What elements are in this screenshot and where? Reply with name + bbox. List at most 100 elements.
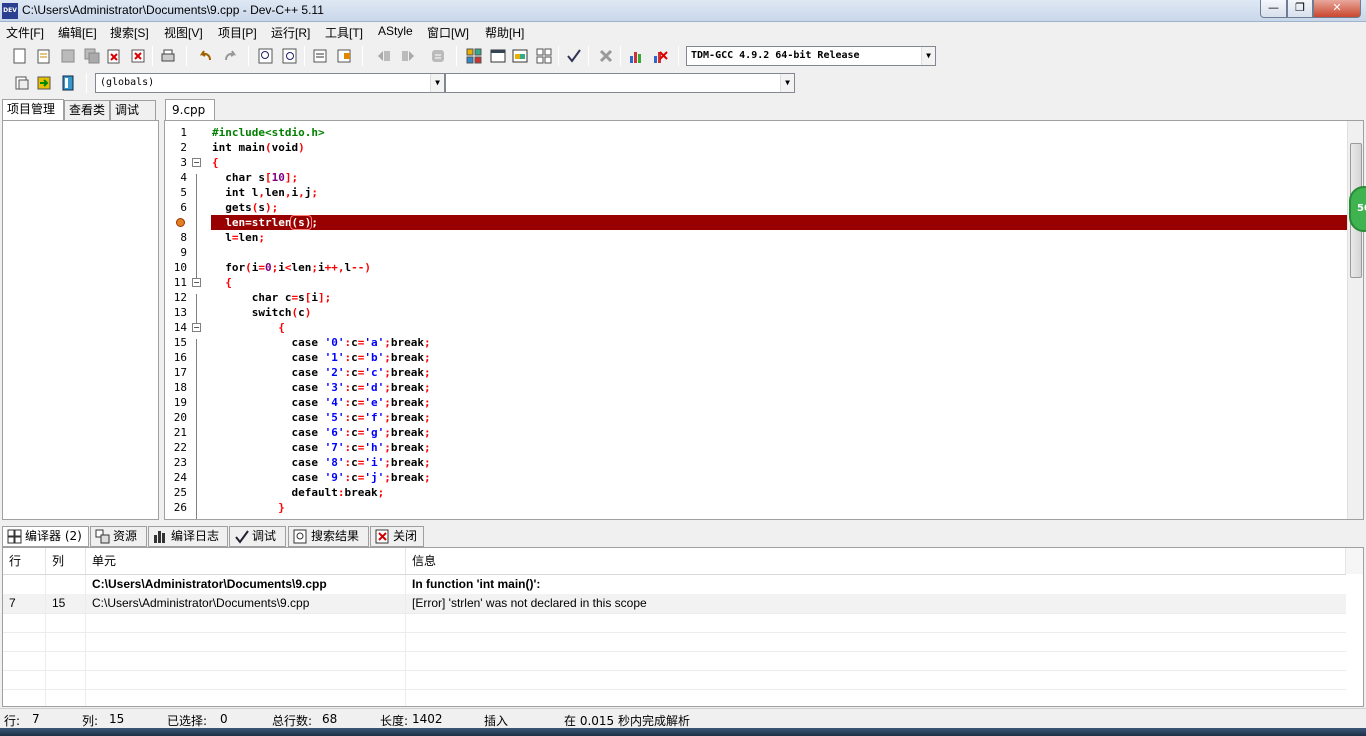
tab-compiler[interactable]: 编译器 (2): [2, 526, 89, 547]
code-line[interactable]: case '5':c='f';break;: [212, 410, 430, 425]
redo-icon[interactable]: [220, 46, 240, 66]
menu-project[interactable]: 项目[P]: [218, 24, 257, 41]
code-line[interactable]: default:break;: [212, 485, 384, 500]
syntax-check-icon[interactable]: [564, 46, 584, 66]
code-line[interactable]: case '9':c='j';break;: [212, 470, 430, 485]
fold-collapse-icon[interactable]: −: [192, 158, 201, 167]
print-icon[interactable]: [158, 46, 178, 66]
code-line[interactable]: {: [212, 155, 219, 170]
editor-tab-9cpp[interactable]: 9.cpp: [165, 99, 215, 121]
line-number[interactable]: 24: [165, 470, 187, 485]
line-number[interactable]: 18: [165, 380, 187, 395]
column-header-line[interactable]: 行: [3, 548, 46, 574]
code-line[interactable]: {: [212, 320, 285, 335]
column-header-message[interactable]: 信息: [406, 548, 1346, 574]
line-number[interactable]: 15: [165, 335, 187, 350]
code-line[interactable]: case '7':c='h';break;: [212, 440, 430, 455]
menu-astyle[interactable]: AStyle: [378, 24, 413, 38]
code-editor[interactable]: 1 2 3−4 5 6 8 9 10 11−12 13 14−15 16 17 18 19 20 21 22 23 2…: [164, 120, 1364, 520]
code-line-error[interactable]: len=strlen(s);: [212, 215, 318, 230]
menu-file[interactable]: 文件[F]: [6, 24, 44, 41]
indent-right-icon[interactable]: [398, 46, 418, 66]
line-number[interactable]: 12: [165, 290, 187, 305]
error-marker-icon[interactable]: [176, 218, 185, 227]
save-icon[interactable]: [58, 46, 78, 66]
line-number[interactable]: 2: [165, 140, 187, 155]
line-number[interactable]: 21: [165, 425, 187, 440]
run-icon[interactable]: [488, 46, 508, 66]
line-number[interactable]: 9: [165, 245, 187, 260]
menu-run[interactable]: 运行[R]: [271, 24, 310, 41]
code-line[interactable]: {: [212, 275, 232, 290]
replace-icon[interactable]: [280, 46, 300, 66]
compile-run-icon[interactable]: [510, 46, 530, 66]
code-line[interactable]: l=len;: [212, 230, 265, 245]
toggle-comment-icon[interactable]: [428, 46, 448, 66]
code-line[interactable]: char s[10];: [212, 170, 298, 185]
line-number[interactable]: 13: [165, 305, 187, 320]
menu-search[interactable]: 搜索[S]: [110, 24, 149, 41]
line-number[interactable]: 8: [165, 230, 187, 245]
menu-window[interactable]: 窗口[W]: [427, 24, 469, 41]
compile-icon[interactable]: [464, 46, 484, 66]
undo-icon[interactable]: [196, 46, 216, 66]
fold-collapse-icon[interactable]: −: [192, 323, 201, 332]
code-line[interactable]: gets(s);: [212, 200, 278, 215]
scope-select[interactable]: (globals) ▼: [95, 73, 445, 93]
code-line[interactable]: case '8':c='i';break;: [212, 455, 430, 470]
code-line[interactable]: int main(void): [212, 140, 305, 155]
rebuild-all-icon[interactable]: [534, 46, 554, 66]
line-number[interactable]: 10: [165, 260, 187, 275]
line-number[interactable]: 4: [165, 170, 187, 185]
tab-debug[interactable]: 调试: [110, 100, 156, 120]
line-number[interactable]: 5: [165, 185, 187, 200]
class-browser-icon[interactable]: [58, 73, 78, 93]
code-line[interactable]: char c=s[i];: [212, 290, 332, 305]
minimize-button[interactable]: —: [1260, 0, 1287, 18]
menu-tools[interactable]: 工具[T]: [325, 24, 363, 41]
code-line[interactable]: int l,len,i,j;: [212, 185, 318, 200]
code-line[interactable]: }: [212, 500, 285, 515]
line-number[interactable]: 1: [165, 125, 187, 140]
line-number[interactable]: [165, 215, 187, 230]
line-number[interactable]: 16: [165, 350, 187, 365]
message-row[interactable]: C:\Users\Administrator\Documents\9.cpp I…: [3, 575, 1346, 594]
close-all-icon[interactable]: [128, 46, 148, 66]
bookmark-icon[interactable]: [334, 46, 354, 66]
maximize-button[interactable]: ❐: [1287, 0, 1313, 18]
line-number[interactable]: 26: [165, 500, 187, 515]
line-number[interactable]: 22: [165, 440, 187, 455]
code-line[interactable]: #include<stdio.h>: [212, 125, 325, 140]
line-number[interactable]: 25: [165, 485, 187, 500]
indent-left-icon[interactable]: [374, 46, 394, 66]
tab-close[interactable]: 关闭: [370, 526, 424, 547]
vertical-scrollbar[interactable]: [1347, 121, 1363, 519]
line-number[interactable]: 3: [165, 155, 187, 170]
compiler-messages-panel[interactable]: 行 列 单元 信息 C:\Users\Administrator\Documen…: [2, 547, 1364, 707]
function-select[interactable]: ▼: [445, 73, 795, 93]
new-file-icon[interactable]: [10, 46, 30, 66]
fold-collapse-icon[interactable]: −: [192, 278, 201, 287]
code-line[interactable]: case '2':c='c';break;: [212, 365, 430, 380]
line-number[interactable]: 17: [165, 365, 187, 380]
line-number[interactable]: 20: [165, 410, 187, 425]
close-window-button[interactable]: ✕: [1313, 0, 1361, 18]
code-line[interactable]: case '6':c='g';break;: [212, 425, 430, 440]
tab-project-manager[interactable]: 项目管理: [2, 99, 64, 120]
save-all-icon[interactable]: [82, 46, 102, 66]
project-tree-panel[interactable]: [2, 120, 159, 520]
close-file-icon[interactable]: [104, 46, 124, 66]
goto-line-icon[interactable]: [310, 46, 330, 66]
line-number[interactable]: 6: [165, 200, 187, 215]
code-line[interactable]: switch(c): [212, 305, 312, 320]
floating-badge[interactable]: 50: [1349, 186, 1366, 232]
code-line[interactable]: case '3':c='d';break;: [212, 380, 430, 395]
open-file-icon[interactable]: [34, 46, 54, 66]
line-number[interactable]: 11: [165, 275, 187, 290]
compiler-select[interactable]: TDM-GCC 4.9.2 64-bit Release ▼: [686, 46, 936, 66]
insert-icon[interactable]: [12, 73, 32, 93]
menu-help[interactable]: 帮助[H]: [485, 24, 524, 41]
tab-debug-output[interactable]: 调试: [229, 526, 286, 547]
tab-class-browser[interactable]: 查看类: [64, 100, 110, 120]
code-line[interactable]: case '1':c='b';break;: [212, 350, 430, 365]
